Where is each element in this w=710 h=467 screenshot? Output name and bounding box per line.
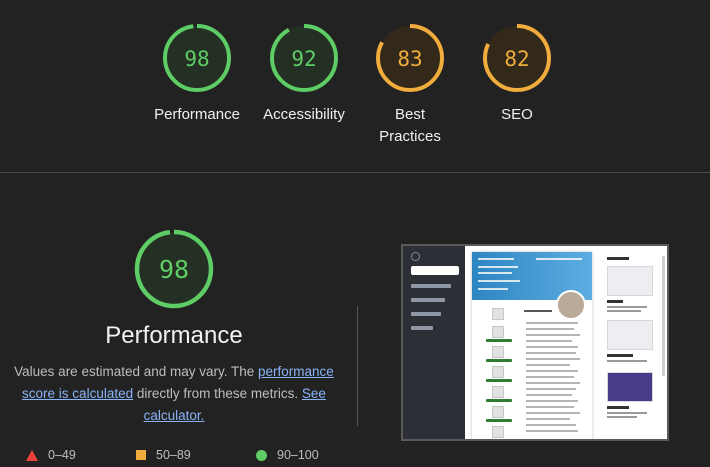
gauge-ring: 82	[483, 24, 551, 92]
thumbnail-portfolio	[603, 252, 667, 439]
gauge-label: Performance	[154, 106, 240, 123]
nav-line	[411, 298, 445, 302]
section-divider	[0, 172, 710, 173]
performance-description: Values are estimated and may vary. The p…	[12, 361, 336, 427]
performance-title: Performance	[105, 322, 243, 349]
avatar	[556, 290, 586, 320]
nav-line	[411, 284, 451, 288]
gauge-label: SEO	[501, 106, 533, 123]
search-input	[411, 266, 459, 275]
gauge-ring: 98	[134, 229, 214, 309]
nav-line	[411, 312, 441, 316]
gauge-score: 98	[159, 255, 189, 284]
circle-icon	[256, 449, 267, 461]
scrollbar	[662, 256, 665, 376]
legend-pass: 90–100	[256, 448, 319, 462]
legend-label: 90–100	[277, 448, 319, 462]
gauge-label: Best Practices	[379, 106, 441, 145]
description-text: Values are estimated and may vary. The	[14, 364, 259, 379]
nav-line	[411, 326, 433, 330]
legend-fail: 0–49	[26, 448, 76, 462]
logo-icon	[411, 252, 420, 261]
gauge-seo[interactable]: 82 SEO	[457, 22, 577, 126]
gauge-accessibility[interactable]: 92 Accessibility	[244, 22, 364, 126]
gauge-score: 98	[184, 47, 209, 71]
gauge-score: 92	[291, 47, 316, 71]
gauge-best-practices[interactable]: 83 Best Practices	[350, 22, 470, 148]
legend-label: 50–89	[156, 448, 191, 462]
gauge-performance[interactable]: 98 Performance	[137, 22, 257, 126]
gauge-ring: 98	[163, 24, 231, 92]
score-legend: 0–49 50–89 90–100	[26, 448, 346, 466]
legend-average: 50–89	[136, 448, 191, 462]
thumbnail-profile-card	[472, 252, 592, 439]
description-text: directly from these metrics.	[133, 386, 302, 401]
triangle-icon	[26, 449, 38, 461]
final-screenshot-thumbnail[interactable]	[401, 244, 669, 441]
performance-gauge: 98	[133, 228, 215, 315]
legend-label: 0–49	[48, 448, 76, 462]
gauge-ring: 83	[376, 24, 444, 92]
vertical-separator	[357, 306, 358, 426]
category-scores: 98 Performance 92 Accessibility 83 Best …	[0, 0, 710, 172]
gauge-score: 83	[397, 47, 422, 71]
square-icon	[136, 450, 146, 460]
thumbnail-sidebar	[403, 246, 465, 439]
gauge-ring: 92	[270, 24, 338, 92]
gauge-label: Accessibility	[263, 106, 345, 123]
gauge-score: 82	[504, 47, 529, 71]
